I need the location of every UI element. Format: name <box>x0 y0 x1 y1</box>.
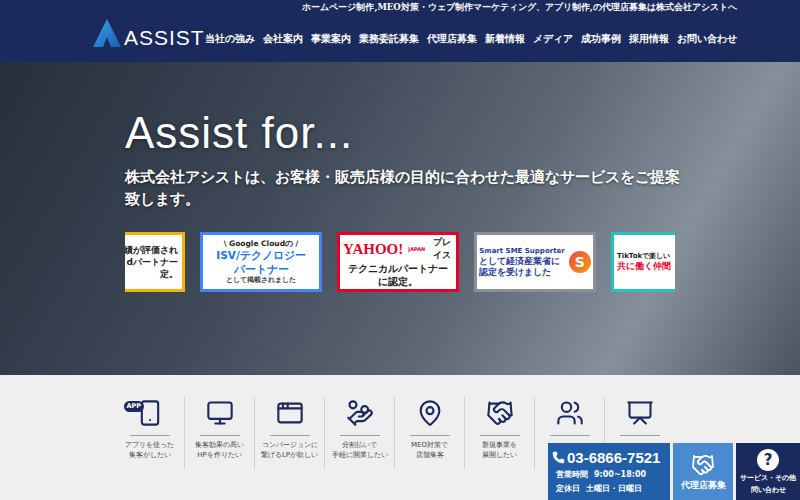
service-item[interactable]: 集客効果の高いHPを作りたい <box>185 397 255 469</box>
partner-banner[interactable]: \ Google Cloudの /ISV/テクノロジーパートナーとして掲載されま… <box>200 232 322 292</box>
nav-item[interactable]: 採用情報 <box>629 32 669 46</box>
logo-mark-icon <box>92 18 122 48</box>
logo[interactable]: ASSIST <box>92 18 205 48</box>
page: ASSIST ホームページ制作,MEO対策・ウェブ制作マーケティング、アプリ制作,… <box>0 0 800 500</box>
handshake-icon <box>691 453 715 477</box>
service-label: 集客効果の高い <box>195 440 244 450</box>
partner-banner[interactable]: YAHOO!JAPANプレイステクニカルパートナーに認定。 <box>337 232 459 292</box>
contact-bar: 03-6866-7521 営業時間9:00~18:00 定休日土曜日・日曜日代理店募… <box>548 443 800 500</box>
nav-item[interactable]: 事業案内 <box>311 32 351 46</box>
service-label: 店舗集客 <box>416 450 444 460</box>
phone-icon <box>552 451 565 464</box>
service-rule <box>550 435 590 436</box>
service-label: コンバージョンに <box>262 440 318 450</box>
service-label: 繋げるLPが欲しい <box>261 450 318 460</box>
logo-text: ASSIST <box>124 27 205 48</box>
consult-icon <box>626 399 654 427</box>
service-rule <box>410 435 450 436</box>
inquiry-button[interactable]: ?サービス・その他問い合わせ <box>736 443 800 500</box>
service-rule <box>270 435 310 436</box>
nav-item[interactable]: 新着情報 <box>485 32 525 46</box>
payment-icon <box>346 399 374 427</box>
site-header: ASSIST ホームページ制作,MEO対策・ウェブ制作マーケティング、アプリ制作,… <box>0 0 800 62</box>
meeting-icon <box>556 399 584 427</box>
banner-carousel[interactable]: 績が評価されdパートナー定。\ Google Cloudの /ISV/テクノロジ… <box>125 232 675 292</box>
meo-icon <box>416 399 444 427</box>
service-rule <box>620 435 660 436</box>
service-rule <box>200 435 240 436</box>
service-item[interactable]: 分割払いで手軽に開業したい <box>325 397 395 469</box>
service-label: MEO対策で <box>411 440 448 450</box>
hero-title: Assist for... <box>125 110 800 156</box>
service-label: 集客がしたい <box>129 450 171 460</box>
agency-button[interactable]: 代理店募集 <box>673 443 733 500</box>
question-icon: ? <box>757 449 779 471</box>
nav-item[interactable]: お問い合わせ <box>677 32 737 46</box>
partner-banner[interactable]: 績が評価されdパートナー定。 <box>125 232 185 292</box>
nav-item[interactable]: 成功事例 <box>581 32 621 46</box>
hours-row: 営業時間9:00~18:00 <box>552 469 666 480</box>
nav-item[interactable]: 業務委託募集 <box>359 32 419 46</box>
service-item[interactable]: 新規事業を展開したい <box>465 397 535 469</box>
service-item[interactable]: APP アプリを使った集客がしたい <box>115 397 185 469</box>
nav-item[interactable]: 代理店募集 <box>427 32 477 46</box>
partner-banner[interactable]: TikTokで楽しい共に働く仲間 <box>611 232 675 292</box>
closed-row: 定休日土曜日・日曜日 <box>552 483 666 494</box>
main-nav: 当社の強み会社案内事業案内業務委託募集代理店募集新着情報メディア成功事例採用情報… <box>205 32 737 46</box>
partner-banner[interactable]: Smart SME Supporterとして経済産業省に認定を受けましたS <box>474 232 596 292</box>
service-label: 展開したい <box>482 450 517 460</box>
hero-subtitle: 株式会社アシストは、お客様・販売店様の目的に合わせた最適なサービスをご提案致しま… <box>125 166 685 210</box>
service-label: 手軽に開業したい <box>332 450 388 460</box>
service-item[interactable]: コンバージョンに繋げるLPが欲しい <box>255 397 325 469</box>
service-label: HPを作りたい <box>197 450 242 460</box>
nav-item[interactable]: 会社案内 <box>263 32 303 46</box>
service-label: 新規事業を <box>482 440 517 450</box>
lp-icon <box>276 399 304 427</box>
phone-box[interactable]: 03-6866-7521 営業時間9:00~18:00 定休日土曜日・日曜日 <box>548 443 670 500</box>
service-item[interactable]: MEO対策で店舗集客 <box>395 397 465 469</box>
web-icon <box>206 399 234 427</box>
nav-item[interactable]: 当社の強み <box>205 32 255 46</box>
service-rule <box>480 435 520 436</box>
service-rule <box>340 435 380 436</box>
service-rule <box>130 435 170 436</box>
service-label: アプリを使った <box>125 440 174 450</box>
hero: Assist for... 株式会社アシストは、お客様・販売店様の目的に合わせた最… <box>0 62 800 375</box>
nav-item[interactable]: メディア <box>533 32 573 46</box>
business-icon <box>486 399 514 427</box>
tagline: ホームページ制作,MEO対策・ウェブ制作マーケティング、アプリ制作,の代理店募集… <box>302 1 736 13</box>
service-label: 分割払いで <box>342 440 377 450</box>
app-badge: APP <box>124 401 145 412</box>
sme-logo-icon: S <box>569 251 591 273</box>
phone-number: 03-6866-7521 <box>567 449 660 466</box>
